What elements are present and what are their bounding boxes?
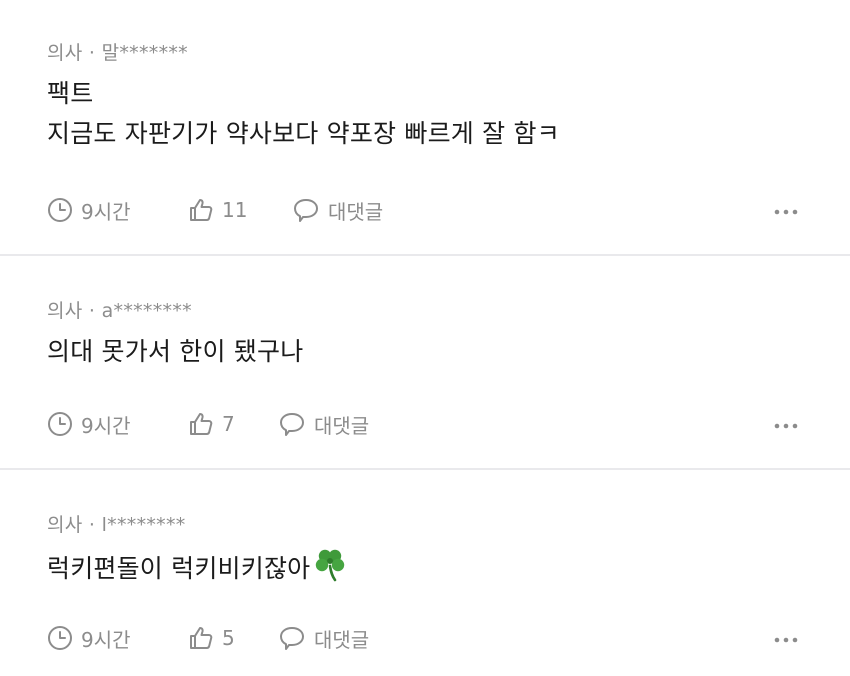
like-count: 5 — [222, 626, 235, 650]
comment-actions: 9시간 11 대댓글 — [47, 195, 807, 225]
reply-label: 대댓글 — [314, 627, 370, 652]
author-role: 의사 — [47, 514, 83, 536]
author-role: 의사 — [47, 42, 83, 64]
meta-separator: · — [88, 514, 96, 536]
comment-meta: 의사 · l******** — [47, 510, 186, 537]
comment-line: 의대 못가서 한이 됐구나 — [47, 337, 304, 366]
like-button[interactable]: 7 — [188, 409, 235, 439]
comment-line: 지금도 자판기가 약사보다 약포장 빠르게 잘 함ㅋ — [47, 119, 560, 148]
more-dots-icon — [773, 201, 799, 220]
author-name[interactable]: l******** — [102, 514, 186, 536]
thumbs-up-icon — [188, 197, 214, 223]
comment-line: 팩트 — [47, 79, 94, 108]
reply-button[interactable]: 대댓글 — [278, 623, 369, 653]
like-button[interactable]: 11 — [188, 195, 247, 225]
like-button[interactable]: 5 — [188, 623, 235, 653]
clock-icon — [47, 197, 73, 223]
author-role: 의사 — [47, 300, 83, 322]
more-button[interactable] — [771, 195, 801, 225]
time-text: 9시간 — [81, 413, 131, 438]
comment-item: 의사 · l******** 럭키편돌이 럭키비키잖아 9시간 5 대댓글 — [0, 470, 850, 676]
more-dots-icon — [773, 629, 799, 648]
thumbs-up-icon — [188, 411, 214, 437]
comment-body: 의대 못가서 한이 됐구나 — [47, 332, 303, 372]
more-button[interactable] — [771, 623, 801, 653]
reply-button[interactable]: 대댓글 — [278, 409, 369, 439]
comment-actions: 9시간 7 대댓글 — [47, 409, 807, 439]
speech-bubble-icon — [278, 411, 306, 437]
more-dots-icon — [773, 415, 799, 434]
comment-body: 럭키편돌이 럭키비키잖아 — [47, 546, 348, 594]
reply-label: 대댓글 — [314, 413, 370, 438]
reply-label: 대댓글 — [328, 199, 384, 224]
comment-item: 의사 · a******** 의대 못가서 한이 됐구나 9시간 7 대댓글 — [0, 256, 850, 468]
comment-item: 의사 · 말******* 팩트 지금도 자판기가 약사보다 약포장 빠르게 잘… — [0, 0, 850, 254]
meta-separator: · — [88, 300, 96, 322]
comment-meta: 의사 · 말******* — [47, 38, 188, 65]
comment-actions: 9시간 5 대댓글 — [47, 623, 807, 653]
time-text: 9시간 — [81, 627, 131, 652]
like-count: 11 — [222, 198, 248, 222]
time-info: 9시간 — [47, 409, 131, 439]
time-info: 9시간 — [47, 195, 131, 225]
clock-icon — [47, 411, 73, 437]
time-info: 9시간 — [47, 623, 131, 653]
comment-line: 럭키편돌이 럭키비키잖아 — [47, 546, 348, 594]
like-count: 7 — [222, 412, 235, 436]
speech-bubble-icon — [278, 625, 306, 651]
thumbs-up-icon — [188, 625, 214, 651]
comment-text: 럭키편돌이 럭키비키잖아 — [47, 554, 311, 583]
more-button[interactable] — [771, 409, 801, 439]
comment-meta: 의사 · a******** — [47, 296, 192, 323]
four-leaf-clover-emoji — [312, 546, 348, 594]
meta-separator: · — [88, 42, 96, 64]
clock-icon — [47, 625, 73, 651]
author-name[interactable]: a******** — [102, 300, 192, 322]
author-name[interactable]: 말******* — [102, 42, 188, 64]
time-text: 9시간 — [81, 199, 131, 224]
reply-button[interactable]: 대댓글 — [292, 195, 383, 225]
speech-bubble-icon — [292, 197, 320, 223]
comment-body: 팩트 지금도 자판기가 약사보다 약포장 빠르게 잘 함ㅋ — [47, 74, 560, 154]
